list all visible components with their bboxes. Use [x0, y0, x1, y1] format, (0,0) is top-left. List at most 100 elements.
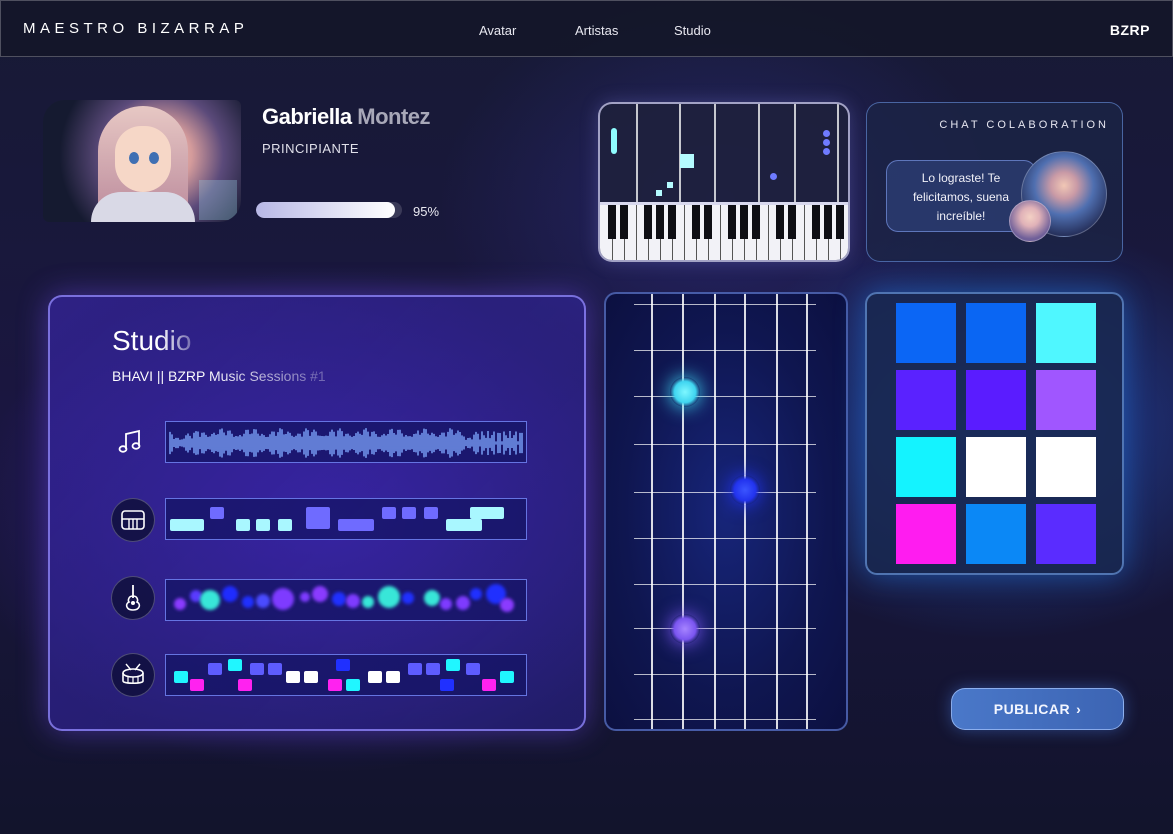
drum-pad[interactable] — [1036, 370, 1096, 430]
falling-note — [823, 130, 830, 137]
fret-line — [634, 628, 816, 629]
lane-line — [758, 104, 760, 202]
progress-fill — [256, 202, 395, 218]
midi-block — [256, 519, 270, 531]
black-key[interactable] — [776, 205, 784, 239]
black-key[interactable] — [788, 205, 796, 239]
drum-hit — [336, 659, 350, 671]
fret-line — [634, 396, 816, 397]
user-avatar-small[interactable] — [1009, 200, 1051, 242]
black-key[interactable] — [620, 205, 628, 239]
guitar-string — [776, 294, 778, 729]
drum-hit — [500, 671, 514, 683]
drum-hit — [174, 671, 188, 683]
drum-pad[interactable] — [966, 370, 1026, 430]
black-key[interactable] — [704, 205, 712, 239]
brand-logo-text[interactable]: MAESTRO BIZARRAP — [23, 20, 248, 37]
fret-line — [634, 444, 816, 445]
drum-hit — [228, 659, 242, 671]
note-dot — [346, 594, 360, 608]
white-key-divider — [768, 205, 769, 260]
profile-first-name: Gabriella — [262, 104, 352, 129]
drum-icon[interactable] — [111, 653, 155, 697]
black-key[interactable] — [752, 205, 760, 239]
guitar-track[interactable] — [165, 579, 527, 621]
piano-icon[interactable] — [111, 498, 155, 542]
fret-note-dot — [670, 377, 700, 407]
lane-line — [636, 104, 638, 202]
note-dot — [470, 588, 482, 600]
white-key-divider — [684, 205, 685, 260]
note-dot — [424, 590, 440, 606]
black-key[interactable] — [740, 205, 748, 239]
black-key[interactable] — [728, 205, 736, 239]
note-dot — [272, 588, 294, 610]
black-key[interactable] — [608, 205, 616, 239]
chat-collaboration-card: CHAT COLABORATION Lo lograste! Te felici… — [866, 102, 1123, 262]
note-dot — [378, 586, 400, 608]
nav-link-artistas[interactable]: Artistas — [575, 23, 618, 38]
piano-game-card[interactable] — [598, 102, 850, 262]
midi-block — [210, 507, 224, 519]
falling-note — [680, 154, 694, 168]
drum-hit — [386, 671, 400, 683]
black-key[interactable] — [644, 205, 652, 239]
drum-pad[interactable] — [896, 303, 956, 363]
drum-hit — [250, 663, 264, 675]
falling-note — [770, 173, 777, 180]
guitar-icon[interactable] — [111, 576, 155, 620]
drum-hit — [466, 663, 480, 675]
audio-waveform — [169, 428, 523, 458]
drum-pad[interactable] — [1036, 303, 1096, 363]
note-dot — [402, 592, 414, 604]
drum-pad[interactable] — [896, 370, 956, 430]
piano-keyboard[interactable] — [600, 202, 848, 260]
studio-title: Studio — [112, 325, 192, 356]
guitar-string — [651, 294, 653, 729]
falling-note — [656, 190, 662, 196]
drum-hit — [304, 671, 318, 683]
black-key[interactable] — [836, 205, 844, 239]
drum-hit — [426, 663, 440, 675]
black-key[interactable] — [692, 205, 700, 239]
nav-link-studio[interactable]: Studio — [674, 23, 711, 38]
nav-bzrp[interactable]: BZRP — [1110, 22, 1150, 38]
black-key[interactable] — [824, 205, 832, 239]
drum-pad[interactable] — [966, 303, 1026, 363]
avatar-face — [115, 126, 171, 192]
lane-line — [679, 104, 681, 202]
drum-track[interactable] — [165, 654, 527, 696]
fret-line — [634, 584, 816, 585]
drum-pad[interactable] — [966, 504, 1026, 564]
black-key[interactable] — [656, 205, 664, 239]
guitar-fretboard-card[interactable] — [604, 292, 848, 731]
drum-pad[interactable] — [896, 504, 956, 564]
drum-pad[interactable] — [966, 437, 1026, 497]
drum-hit — [208, 663, 222, 675]
waveform-track[interactable] — [165, 421, 527, 463]
drum-hit — [368, 671, 382, 683]
drum-hit — [286, 671, 300, 683]
white-key-divider — [636, 205, 637, 260]
drum-pad[interactable] — [1036, 504, 1096, 564]
note-dot — [200, 590, 220, 610]
drum-hit — [408, 663, 422, 675]
music-note-icon[interactable] — [108, 420, 152, 464]
note-dot — [500, 598, 514, 612]
nav-link-avatar[interactable]: Avatar — [479, 23, 516, 38]
publish-button[interactable]: PUBLICAR › — [951, 688, 1124, 730]
fret-note-dot — [670, 614, 700, 644]
piano-track[interactable] — [165, 498, 527, 540]
profile-avatar[interactable] — [43, 100, 241, 222]
drum-hit — [482, 679, 496, 691]
drum-hit — [268, 663, 282, 675]
studio-session-title: BHAVI || BZRP Music Sessions #1 — [112, 368, 326, 384]
chat-title: CHAT COLABORATION — [939, 119, 1109, 131]
note-dot — [456, 596, 470, 610]
drum-pad[interactable] — [896, 437, 956, 497]
black-key[interactable] — [668, 205, 676, 239]
black-key[interactable] — [812, 205, 820, 239]
midi-block — [424, 507, 438, 519]
note-dot — [174, 598, 186, 610]
drum-pad[interactable] — [1036, 437, 1096, 497]
